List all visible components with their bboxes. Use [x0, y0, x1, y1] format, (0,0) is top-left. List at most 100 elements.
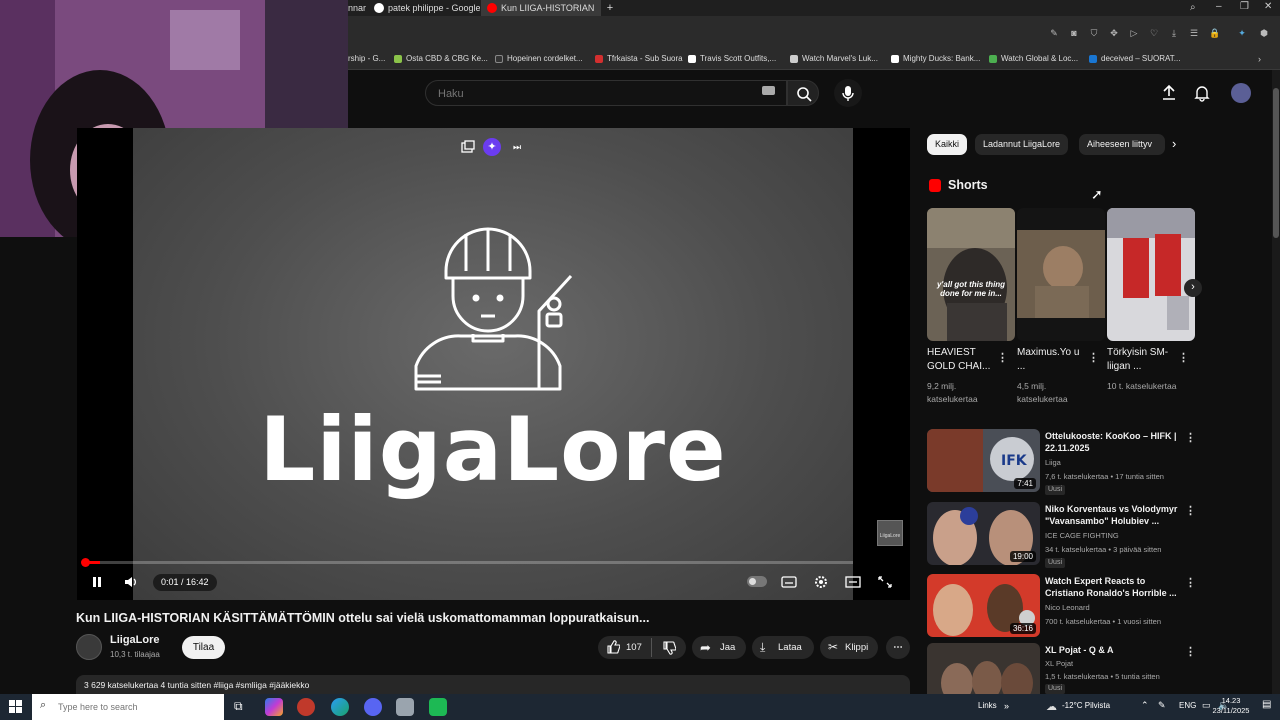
bookmark-item[interactable]: Watch Global & Loc... [989, 52, 1078, 66]
chips-next-icon[interactable]: › [1172, 136, 1176, 151]
more-icon[interactable]: ⋮ [1185, 646, 1196, 658]
search-button[interactable] [787, 80, 819, 106]
browser-tab[interactable]: patek philippe - Google-h [368, 0, 480, 16]
links-label[interactable]: Links [978, 701, 997, 710]
settings-button[interactable] [813, 574, 829, 593]
channel-avatar[interactable] [76, 634, 102, 660]
like-button[interactable] [606, 640, 621, 663]
bookmark-item[interactable]: Watch Marvel's Luk... [790, 52, 878, 66]
taskbar-search-input[interactable] [58, 700, 218, 714]
bookmark-item[interactable]: Osta CBD & CBG Ke... [394, 52, 488, 66]
recommended-video[interactable]: 36:16 Watch Expert Reacts to Cristiano R… [927, 574, 1207, 638]
taskbar-search[interactable]: ⌕ [32, 694, 224, 720]
bookmark-item[interactable]: rship - G... [348, 52, 385, 66]
recommended-video[interactable]: 19:00 Niko Korventaus vs Volodymyr "Vava… [927, 502, 1207, 568]
progress-bar[interactable] [85, 561, 853, 564]
chip-channel[interactable]: Ladannut LiigaLore [975, 134, 1069, 155]
chip-related[interactable]: Aiheeseen liittyv [1079, 134, 1165, 155]
bookmark-item[interactable]: deceived – SUORAT... [1089, 52, 1180, 66]
share-button[interactable]: ➦ Jaa [692, 636, 746, 659]
autoplay-toggle[interactable] [747, 576, 767, 587]
start-button[interactable] [9, 700, 23, 719]
language-indicator[interactable]: ENG [1179, 701, 1196, 710]
short-thumbnail[interactable] [1017, 208, 1105, 341]
bookmark-item[interactable]: Travis Scott Outfits,... [688, 52, 776, 66]
ai-sparkle-icon[interactable]: ✦ [483, 138, 501, 156]
camera-icon[interactable]: ◙ [1069, 28, 1079, 38]
tray-overflow-icon[interactable]: ⌃ [1141, 700, 1149, 711]
notification-center-icon[interactable]: ▤ [1262, 699, 1271, 710]
more-icon[interactable]: ⋮ [1088, 352, 1099, 364]
short-thumbnail[interactable]: y'all got this thing done for me in... [927, 208, 1015, 341]
extension-icon[interactable]: ✥ [1109, 28, 1119, 38]
edge-icon[interactable] [331, 698, 349, 716]
clock-date[interactable]: 23/11/2025 [1203, 706, 1259, 715]
more-icon[interactable]: ⋮ [1185, 432, 1196, 444]
theater-mode-button[interactable] [845, 575, 861, 592]
minimize-icon[interactable]: – [1216, 1, 1222, 12]
channel-name[interactable]: LiigaLore [110, 634, 160, 646]
dislike-button[interactable] [662, 641, 677, 664]
progress-scrubber[interactable] [81, 558, 90, 567]
lock-icon[interactable]: 🔒 [1209, 28, 1220, 38]
spotify-icon[interactable] [429, 698, 447, 716]
bookmark-item[interactable]: Tfrkaista - Sub Suora [595, 52, 683, 66]
recommended-video[interactable]: XL Pojat - Q & A XL Pojat 1,5 t. katselu… [927, 643, 1207, 694]
more-icon[interactable]: ⋮ [1185, 577, 1196, 589]
menu-icon[interactable]: ☰ [1189, 28, 1199, 38]
download-icon[interactable]: ⤓ [1169, 28, 1179, 38]
task-view-icon[interactable]: ⧉ [234, 699, 243, 714]
short-title[interactable]: HEAVIEST GOLD CHAI... [927, 346, 999, 374]
short-thumbnail[interactable] [1107, 208, 1195, 341]
app-icon[interactable] [396, 698, 414, 716]
discord-icon[interactable] [364, 698, 382, 716]
cube-icon[interactable]: ⬢ [1259, 28, 1269, 38]
voice-search-button[interactable] [834, 79, 862, 107]
opera-icon[interactable] [297, 698, 315, 716]
bookmark-item[interactable]: Mighty Ducks: Bank... [891, 52, 980, 66]
subtitles-button[interactable] [781, 575, 797, 592]
account-avatar[interactable] [1231, 83, 1251, 103]
short-title[interactable]: Törkyisin SM-liigan ... [1107, 346, 1179, 374]
links-chevron-icon[interactable]: » [1004, 701, 1009, 711]
notifications-button[interactable] [1193, 84, 1211, 107]
cast-icon[interactable]: ⏭ [513, 140, 527, 154]
pause-button[interactable] [90, 575, 104, 592]
search-box[interactable] [425, 80, 787, 106]
maximize-icon[interactable]: ❐ [1240, 1, 1249, 12]
download-button[interactable]: ⤓ Lataa [752, 636, 814, 659]
bookmark-item[interactable]: Hopeinen cordelket... [495, 52, 583, 66]
ai-icon[interactable]: ✦ [1237, 28, 1247, 38]
weather-text[interactable]: -12°C Pilvista [1062, 701, 1110, 710]
video-player[interactable]: LiigaLore ✦ ⏭ [133, 128, 903, 600]
heart-icon[interactable]: ♡ [1149, 28, 1159, 38]
clip-button[interactable]: ✂ Klippi [820, 636, 878, 659]
recommended-video[interactable]: IFK 7:41 Ottelukooste: KooKoo – HIFK | 2… [927, 429, 1207, 495]
fullscreen-button[interactable] [877, 575, 893, 592]
more-icon[interactable]: ⋮ [997, 352, 1008, 364]
play-icon[interactable]: ▷ [1129, 28, 1139, 38]
keyboard-icon[interactable] [762, 86, 775, 95]
subscribe-button[interactable]: Tilaa [182, 636, 225, 659]
copilot-icon[interactable] [265, 698, 283, 716]
browser-tab-active[interactable]: Kun LIIGA-HISTORIAN [481, 0, 601, 16]
more-actions-button[interactable]: ⋯ [886, 636, 910, 659]
description-box[interactable]: 3 629 katselukertaa 4 tuntia sitten #lii… [76, 675, 910, 695]
short-title[interactable]: Maximus.Yo u ... [1017, 346, 1089, 374]
volume-button[interactable] [123, 575, 139, 592]
pen-icon[interactable]: ✎ [1158, 700, 1166, 711]
bookmarks-overflow-icon[interactable]: › [1258, 54, 1261, 64]
edit-icon[interactable]: ✎ [1049, 28, 1059, 38]
close-window-icon[interactable]: ✕ [1264, 1, 1272, 12]
upload-button[interactable] [1160, 84, 1178, 107]
clock-time[interactable]: 14.23 [1213, 696, 1249, 705]
scrollbar-thumb[interactable] [1273, 88, 1279, 238]
miniplayer-icon[interactable] [461, 140, 475, 154]
channel-watermark[interactable]: LiigaLore [877, 520, 903, 546]
search-input[interactable] [438, 86, 738, 102]
more-icon[interactable]: ⋮ [1185, 505, 1196, 517]
shield-icon[interactable]: ⛉ [1089, 28, 1099, 38]
shorts-next-button[interactable]: › [1184, 279, 1202, 297]
more-icon[interactable]: ⋮ [1178, 352, 1189, 364]
new-tab-button[interactable]: + [601, 0, 619, 16]
